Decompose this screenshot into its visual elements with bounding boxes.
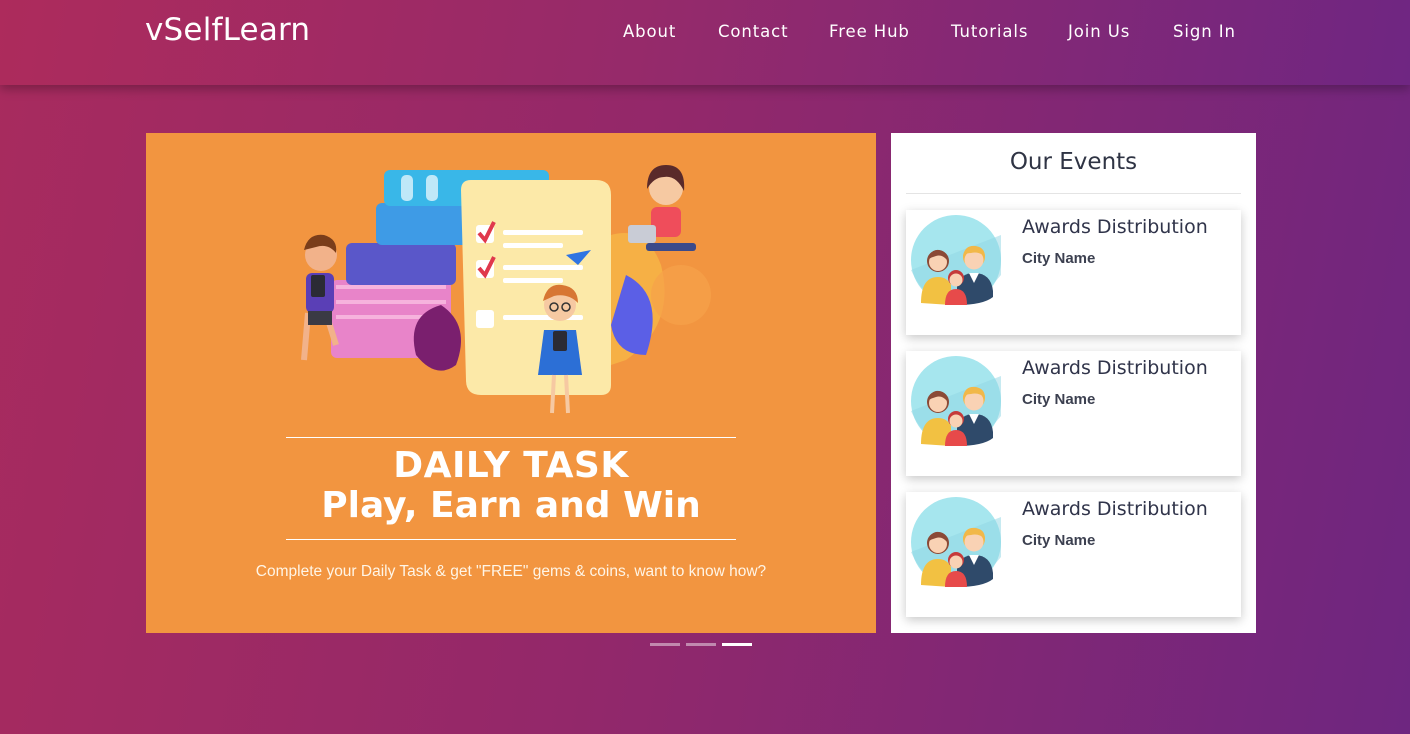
event-card[interactable]: Awards Distribution City Name <box>906 492 1241 617</box>
slide-subheadline: Play, Earn and Win <box>321 485 701 526</box>
event-title: Awards Distribution <box>1022 498 1208 520</box>
event-city: City Name <box>1022 532 1096 549</box>
events-panel: Our Events Awards Distribution City Name… <box>891 133 1256 633</box>
slider-indicator-3[interactable] <box>722 643 752 646</box>
family-avatar-icon <box>911 215 1001 305</box>
slider-indicators <box>650 643 760 647</box>
hero-slider[interactable]: DAILY TASK Play, Earn and Win Complete y… <box>146 133 876 633</box>
slider-indicator-2[interactable] <box>686 643 716 646</box>
nav-item-about[interactable]: About <box>623 22 676 41</box>
event-title: Awards Distribution <box>1022 357 1208 379</box>
top-navbar: vSelfLearn About Contact Free Hub Tutori… <box>0 0 1410 85</box>
event-card[interactable]: Awards Distribution City Name <box>906 351 1241 476</box>
daily-task-illustration <box>301 165 711 414</box>
main-nav: About Contact Free Hub Tutorials Join Us… <box>0 22 1410 42</box>
event-city: City Name <box>1022 250 1096 267</box>
nav-item-contact[interactable]: Contact <box>718 22 789 41</box>
event-title: Awards Distribution <box>1022 216 1208 238</box>
event-city: City Name <box>1022 391 1096 408</box>
nav-item-join-us[interactable]: Join Us <box>1068 22 1130 41</box>
slide-description: Complete your Daily Task & get "FREE" ge… <box>255 563 767 580</box>
events-divider <box>906 193 1241 194</box>
family-avatar-icon <box>911 497 1001 587</box>
nav-item-sign-in[interactable]: Sign In <box>1173 22 1236 41</box>
nav-item-tutorials[interactable]: Tutorials <box>951 22 1028 41</box>
family-avatar-icon <box>911 356 1001 446</box>
nav-item-free-hub[interactable]: Free Hub <box>829 22 910 41</box>
event-card[interactable]: Awards Distribution City Name <box>906 210 1241 335</box>
events-heading: Our Events <box>1009 149 1138 175</box>
headline-top-rule <box>286 437 736 438</box>
slide-headline: DAILY TASK <box>393 445 629 486</box>
headline-bottom-rule <box>286 539 736 540</box>
slider-indicator-1[interactable] <box>650 643 680 646</box>
